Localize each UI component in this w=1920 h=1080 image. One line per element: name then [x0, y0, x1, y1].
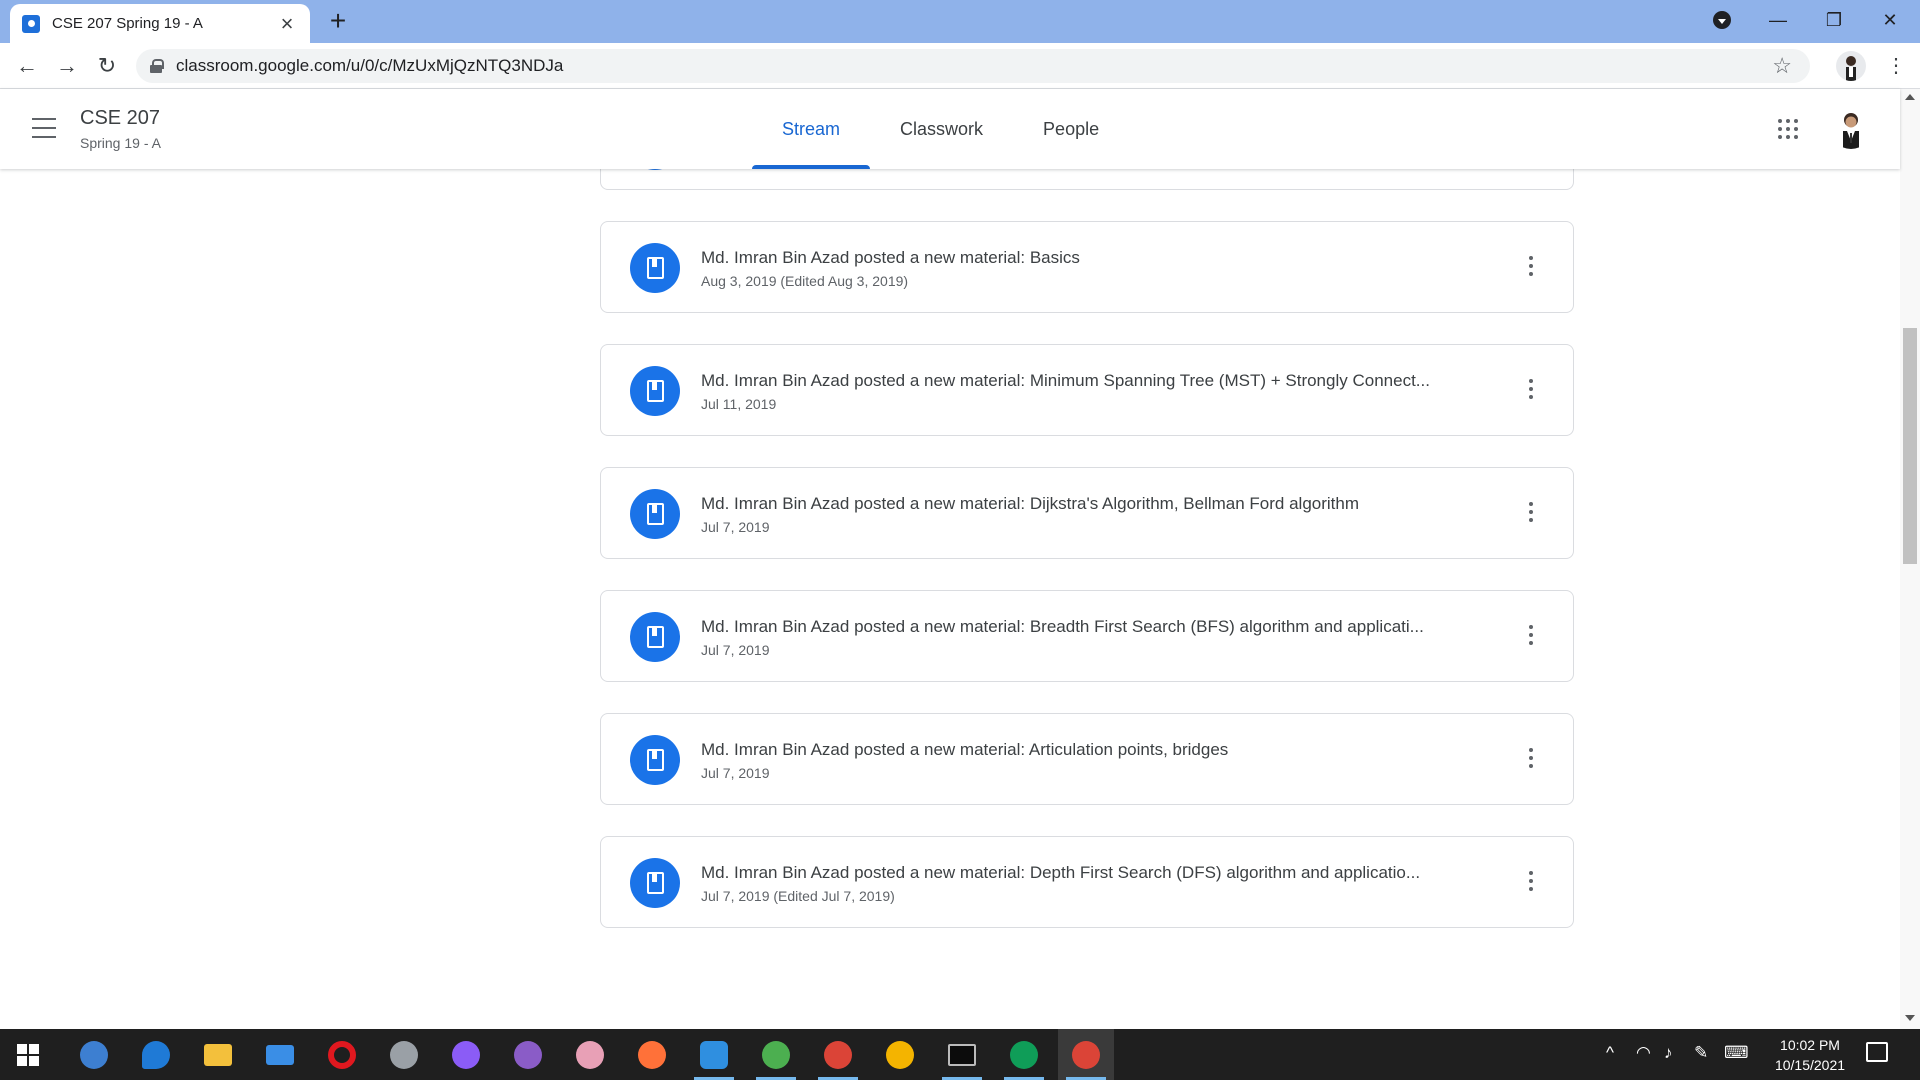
chrome-icon[interactable] — [810, 1029, 866, 1080]
post-date: Jul 7, 2019 (Edited Jul 7, 2019) — [701, 888, 895, 904]
scroll-down-arrow-icon[interactable] — [1905, 1015, 1915, 1021]
classroom-header: CSE 207 Spring 19 - A Stream Classwork P… — [0, 89, 1900, 169]
account-avatar[interactable] — [1830, 107, 1872, 149]
back-button[interactable]: ← — [12, 51, 42, 81]
start-button[interactable] — [0, 1029, 56, 1080]
forward-button[interactable]: → — [52, 51, 82, 81]
stream-content: Md. Imran Bin Azad posted a new material… — [0, 89, 1900, 1029]
material-icon — [630, 489, 680, 539]
minimize-button[interactable]: — — [1750, 0, 1806, 40]
tab-people[interactable]: People — [1013, 89, 1129, 169]
tab-title: CSE 207 Spring 19 - A — [52, 15, 203, 32]
stream-post-card[interactable]: Md. Imran Bin Azad posted a new material… — [600, 713, 1574, 805]
material-icon — [630, 735, 680, 785]
post-title[interactable]: Md. Imran Bin Azad posted a new material… — [701, 248, 1503, 268]
address-bar[interactable]: classroom.google.com/u/0/c/MzUxMjQzNTQ3N… — [136, 49, 1810, 83]
new-tab-button[interactable]: + — [322, 6, 354, 38]
windows-taskbar: ^ ◠ ♪ ✎ ⌨ 10:02 PM 10/15/2021 — [0, 1029, 1920, 1080]
post-text: Md. Imran Bin Azad posted a new material… — [701, 863, 1503, 904]
qbittorrent-icon[interactable] — [66, 1029, 122, 1080]
url-text: classroom.google.com/u/0/c/MzUxMjQzNTQ3N… — [176, 56, 564, 75]
edge-icon[interactable] — [128, 1029, 184, 1080]
tab-close-icon[interactable]: × — [276, 12, 298, 35]
post-title[interactable]: Md. Imran Bin Azad posted a new material… — [701, 740, 1503, 760]
scroll-up-arrow-icon[interactable] — [1905, 94, 1915, 100]
opera-icon[interactable] — [314, 1029, 370, 1080]
post-text: Md. Imran Bin Azad posted a new material… — [701, 740, 1503, 781]
material-icon — [630, 612, 680, 662]
vscode-icon[interactable] — [686, 1029, 742, 1080]
post-text: Md. Imran Bin Azad posted a new material… — [701, 371, 1503, 412]
browser-menu-icon[interactable]: ⋮ — [1886, 53, 1906, 78]
stream-post-card[interactable]: Md. Imran Bin Azad posted a new material… — [600, 836, 1574, 928]
more-options-icon[interactable] — [1529, 871, 1533, 891]
post-date: Aug 3, 2019 (Edited Aug 3, 2019) — [701, 273, 909, 289]
scrollbar-thumb[interactable] — [1903, 328, 1917, 564]
bookmark-star-icon[interactable]: ☆ — [1772, 53, 1792, 79]
clock-date: 10/15/2021 — [1774, 1057, 1846, 1073]
post-text: Md. Imran Bin Azad posted a new material… — [701, 248, 1503, 289]
stream-post-card[interactable]: Md. Imran Bin Azad posted a new material… — [600, 467, 1574, 559]
pen-icon[interactable]: ✎ — [1694, 1043, 1708, 1063]
material-icon — [630, 858, 680, 908]
browser-tab-strip: CSE 207 Spring 19 - A × + — ❐ ✕ — [0, 0, 1920, 43]
github-icon[interactable] — [500, 1029, 556, 1080]
google-apps-icon[interactable] — [1778, 119, 1798, 139]
inkscape-icon[interactable] — [376, 1029, 432, 1080]
stream-post-card[interactable]: Md. Imran Bin Azad posted a new material… — [600, 221, 1574, 313]
browser-toolbar: ← → ↻ classroom.google.com/u/0/c/MzUxMjQ… — [0, 43, 1920, 89]
more-options-icon[interactable] — [1529, 748, 1533, 768]
file-explorer-icon[interactable] — [190, 1029, 246, 1080]
post-text: Md. Imran Bin Azad posted a new material… — [701, 617, 1503, 658]
stream-post-card[interactable]: Md. Imran Bin Azad posted a new material… — [600, 344, 1574, 436]
browser-tab[interactable]: CSE 207 Spring 19 - A × — [10, 4, 310, 43]
firefox-icon[interactable] — [624, 1029, 680, 1080]
notifications-icon[interactable] — [1866, 1042, 1888, 1062]
volume-icon[interactable]: ♪ — [1664, 1043, 1673, 1063]
tab-classwork[interactable]: Classwork — [870, 89, 1013, 169]
tab-stream[interactable]: Stream — [752, 89, 871, 169]
more-options-icon[interactable] — [1529, 502, 1533, 522]
close-window-button[interactable]: ✕ — [1862, 0, 1918, 40]
post-date: Jul 7, 2019 — [701, 642, 770, 658]
profile-avatar[interactable] — [1836, 51, 1866, 81]
class-tabs: Stream Classwork People — [752, 89, 1129, 169]
codeblocks-icon[interactable] — [748, 1029, 804, 1080]
lock-icon[interactable] — [150, 59, 164, 73]
post-date: Jul 7, 2019 — [701, 519, 770, 535]
main-menu-icon[interactable] — [32, 118, 56, 138]
post-date: Jul 11, 2019 — [701, 396, 777, 412]
more-options-icon[interactable] — [1529, 625, 1533, 645]
clock-time: 10:02 PM — [1780, 1037, 1840, 1053]
restore-button[interactable]: ❐ — [1806, 0, 1862, 40]
more-options-icon[interactable] — [1529, 256, 1533, 276]
tray-overflow-icon[interactable]: ^ — [1606, 1043, 1614, 1063]
wifi-icon[interactable]: ◠ — [1636, 1043, 1651, 1063]
paint-icon[interactable] — [562, 1029, 618, 1080]
stream-post-card[interactable]: Md. Imran Bin Azad posted a new material… — [600, 590, 1574, 682]
post-title[interactable]: Md. Imran Bin Azad posted a new material… — [701, 863, 1503, 883]
mail-icon[interactable] — [252, 1029, 308, 1080]
terminal-icon[interactable] — [934, 1029, 990, 1080]
messenger-icon[interactable] — [438, 1029, 494, 1080]
class-name[interactable]: CSE 207 — [80, 107, 160, 130]
system-clock[interactable]: 10:02 PM 10/15/2021 — [1760, 1035, 1860, 1075]
post-title[interactable]: Md. Imran Bin Azad posted a new material… — [701, 494, 1503, 514]
chrome-profile-icon[interactable] — [872, 1029, 928, 1080]
chrome-ek-icon[interactable] — [996, 1029, 1052, 1080]
class-section: Spring 19 - A — [80, 135, 161, 151]
more-options-icon[interactable] — [1529, 379, 1533, 399]
material-icon — [630, 243, 680, 293]
material-icon — [630, 366, 680, 416]
classroom-favicon-icon — [22, 14, 40, 33]
keyboard-icon[interactable]: ⌨ — [1724, 1043, 1749, 1063]
post-title[interactable]: Md. Imran Bin Azad posted a new material… — [701, 371, 1503, 391]
reload-button[interactable]: ↻ — [92, 51, 122, 81]
tab-search-icon[interactable] — [1713, 11, 1731, 29]
post-title[interactable]: Md. Imran Bin Azad posted a new material… — [701, 617, 1503, 637]
post-date: Jul 7, 2019 — [701, 765, 770, 781]
post-text: Md. Imran Bin Azad posted a new material… — [701, 494, 1503, 535]
chrome-active-icon[interactable] — [1058, 1029, 1114, 1080]
